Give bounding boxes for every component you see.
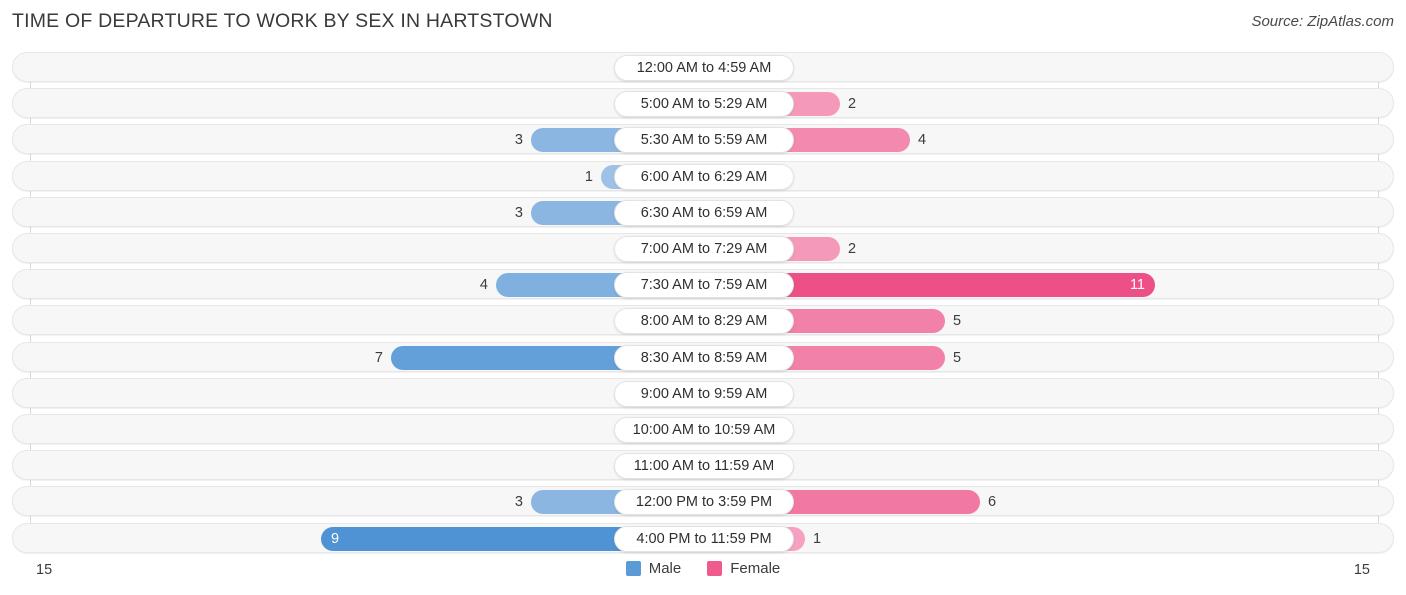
bar-row[interactable]: 0010:00 AM to 10:59 AM — [12, 414, 1394, 444]
male-bar-value: 4 — [479, 277, 488, 294]
female-bar-value: 1 — [813, 530, 822, 547]
category-label: 6:30 AM to 6:59 AM — [614, 199, 794, 226]
bar-row[interactable]: 025:00 AM to 5:29 AM — [12, 88, 1394, 119]
bar-row-inner: 0012:00 AM to 4:59 AM — [13, 53, 1393, 81]
bar-row[interactable]: 4 11 7:30 AM to 7:59 AM — [12, 269, 1394, 300]
bar-row-inner: 0011:00 AM to 11:59 AM — [13, 451, 1393, 480]
bar-row[interactable]: 0012:00 AM to 4:59 AM — [12, 52, 1394, 82]
source-attribution: Source: ZipAtlas.com — [1251, 13, 1394, 30]
bar-row[interactable]: 306:30 AM to 6:59 AM — [12, 196, 1394, 227]
category-label: 11:00 AM to 11:59 AM — [614, 453, 794, 480]
bar-row-inner: 306:30 AM to 6:59 AM — [13, 198, 1393, 226]
bar-row-inner: 9 1 4:00 PM to 11:59 PM — [13, 524, 1393, 552]
legend-swatch-female-icon — [707, 561, 723, 576]
category-label: 10:00 AM to 10:59 AM — [614, 417, 794, 443]
page-title: TIME OF DEPARTURE TO WORK BY SEX IN HART… — [12, 10, 553, 32]
bar-row-inner: 025:00 AM to 5:29 AM — [13, 89, 1393, 118]
category-label: 5:00 AM to 5:29 AM — [614, 91, 794, 118]
legend-swatch-male-icon — [625, 561, 641, 576]
category-label: 8:30 AM to 8:59 AM — [614, 344, 794, 371]
bar-row[interactable]: 0011:00 AM to 11:59 AM — [12, 450, 1394, 481]
female-bar-value: 4 — [918, 132, 927, 149]
bar-row[interactable]: 106:00 AM to 6:29 AM — [12, 160, 1394, 191]
bar-row[interactable]: 7 5 8:30 AM to 8:59 AM — [12, 341, 1394, 372]
legend-item-male[interactable]: Male — [625, 560, 682, 577]
bar-row-inner: 3 6 12:00 PM to 3:59 PM — [13, 487, 1393, 516]
bar-row-inner: 3 4 5:30 AM to 5:59 AM — [13, 125, 1393, 154]
bar-row-inner: 7 5 8:30 AM to 8:59 AM — [13, 343, 1393, 371]
bar-row[interactable]: 3 4 5:30 AM to 5:59 AM — [12, 124, 1394, 155]
category-label: 7:30 AM to 7:59 AM — [614, 272, 794, 299]
category-label: 5:30 AM to 5:59 AM — [614, 127, 794, 154]
female-bar-value: 2 — [848, 241, 857, 257]
bar-row[interactable]: 009:00 AM to 9:59 AM — [12, 377, 1394, 408]
female-bar-value: 11 — [1129, 277, 1145, 294]
male-bar-value: 3 — [514, 204, 523, 221]
bar-row[interactable]: 027:00 AM to 7:29 AM — [12, 233, 1394, 263]
legend-label-female: Female — [730, 560, 781, 577]
bar-row-inner: 4 11 7:30 AM to 7:59 AM — [13, 270, 1393, 299]
bar-row[interactable]: 3 6 12:00 PM to 3:59 PM — [12, 486, 1394, 517]
category-label: 7:00 AM to 7:29 AM — [614, 236, 794, 262]
bar-row[interactable]: 058:00 AM to 8:29 AM — [12, 305, 1394, 336]
bar-row-inner: 027:00 AM to 7:29 AM — [13, 234, 1393, 262]
category-label: 9:00 AM to 9:59 AM — [614, 380, 794, 407]
male-bar-value: 3 — [514, 132, 523, 149]
female-bar-value: 5 — [953, 313, 962, 330]
female-bar-value: 2 — [848, 96, 857, 113]
category-label: 12:00 AM to 4:59 AM — [614, 55, 794, 81]
bar-row[interactable]: 9 1 4:00 PM to 11:59 PM — [12, 522, 1394, 553]
bar-row-inner: 106:00 AM to 6:29 AM — [13, 162, 1393, 190]
category-label: 8:00 AM to 8:29 AM — [614, 308, 794, 335]
female-bar-value: 6 — [988, 494, 997, 511]
chart-page: TIME OF DEPARTURE TO WORK BY SEX IN HART… — [0, 0, 1406, 595]
male-bar-value: 9 — [331, 530, 340, 547]
bar-row-inner: 009:00 AM to 9:59 AM — [13, 379, 1393, 407]
legend-item-female[interactable]: Female — [707, 560, 780, 577]
female-bar-value: 5 — [953, 349, 962, 366]
category-label: 6:00 AM to 6:29 AM — [614, 163, 794, 190]
plot-area: 0012:00 AM to 4:59 AM025:00 AM to 5:29 A… — [12, 52, 1394, 558]
category-label: 4:00 PM to 11:59 PM — [614, 525, 794, 552]
chart-legend: Male Female — [0, 560, 1406, 577]
bar-row-inner: 0010:00 AM to 10:59 AM — [13, 415, 1393, 443]
male-bar-value: 7 — [374, 349, 383, 366]
male-bar-value: 1 — [584, 168, 593, 185]
male-bar-value: 3 — [514, 494, 523, 511]
legend-label-male: Male — [648, 560, 682, 577]
category-label: 12:00 PM to 3:59 PM — [614, 489, 794, 516]
bar-row-inner: 058:00 AM to 8:29 AM — [13, 306, 1393, 335]
